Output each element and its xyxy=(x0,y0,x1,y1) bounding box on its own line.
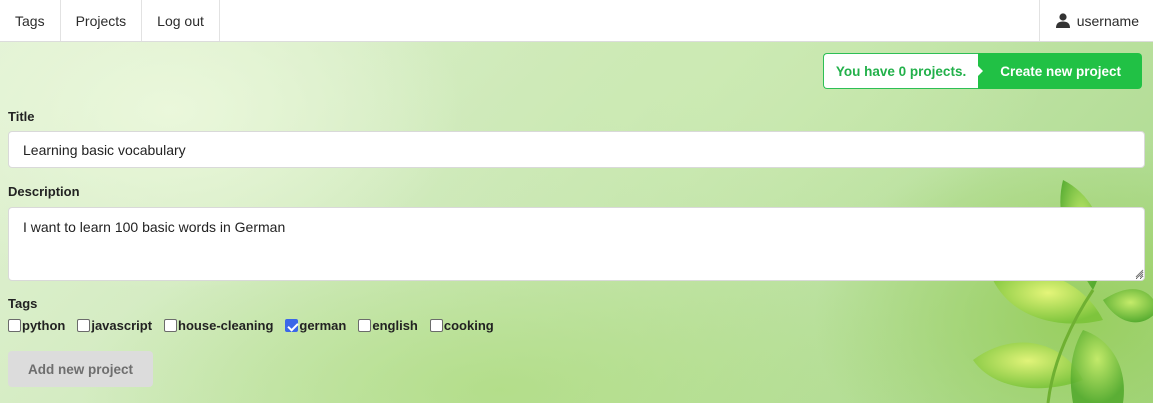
checkbox-icon[interactable] xyxy=(8,319,21,332)
tag-label: english xyxy=(372,318,418,333)
description-textarea[interactable]: I want to learn 100 basic words in Germa… xyxy=(8,207,1145,281)
tags-checkbox-group: python javascript house-cleaning german … xyxy=(8,318,506,333)
checkbox-icon[interactable] xyxy=(164,319,178,332)
tag-label: javascript xyxy=(91,318,153,333)
description-label: Description xyxy=(8,184,80,199)
top-navbar: Tags Projects Log out username xyxy=(0,0,1153,42)
nav-item-tags[interactable]: Tags xyxy=(0,0,61,41)
nav-item-logout[interactable]: Log out xyxy=(142,0,220,41)
checkbox-icon[interactable] xyxy=(77,319,91,332)
create-project-button[interactable]: Create new project xyxy=(977,53,1142,89)
title-label: Title xyxy=(8,109,35,124)
add-project-button[interactable]: Add new project xyxy=(8,351,153,387)
tag-german[interactable]: german xyxy=(285,318,346,333)
projects-banner: You have 0 projects. Create new project xyxy=(822,53,1142,89)
tag-english[interactable]: english xyxy=(358,318,418,333)
resize-grip-icon[interactable] xyxy=(1135,269,1144,278)
username-label: username xyxy=(1076,12,1139,29)
user-icon xyxy=(1055,13,1070,28)
checkbox-icon[interactable] xyxy=(358,319,372,332)
nav-user: username xyxy=(1038,0,1153,41)
tag-label: python xyxy=(22,318,66,333)
nav-links: Tags Projects Log out xyxy=(0,0,220,41)
tags-label: Tags xyxy=(8,296,38,311)
project-count-text: You have 0 projects. xyxy=(822,53,979,89)
title-input[interactable] xyxy=(8,131,1145,168)
tag-label: german xyxy=(299,318,347,333)
tag-label: house-cleaning xyxy=(178,318,274,333)
checkbox-icon[interactable] xyxy=(429,319,443,332)
tag-javascript[interactable]: javascript xyxy=(77,318,152,333)
user-menu[interactable]: username xyxy=(1038,0,1153,41)
nav-item-projects[interactable]: Projects xyxy=(61,0,143,41)
tag-python[interactable]: python xyxy=(8,318,65,333)
checkbox-checked-icon[interactable] xyxy=(285,319,299,332)
tag-cooking[interactable]: cooking xyxy=(429,318,494,333)
tag-label: cooking xyxy=(443,318,494,333)
leaves-decoration xyxy=(973,180,1153,403)
tag-house-cleaning[interactable]: house-cleaning xyxy=(164,318,273,333)
